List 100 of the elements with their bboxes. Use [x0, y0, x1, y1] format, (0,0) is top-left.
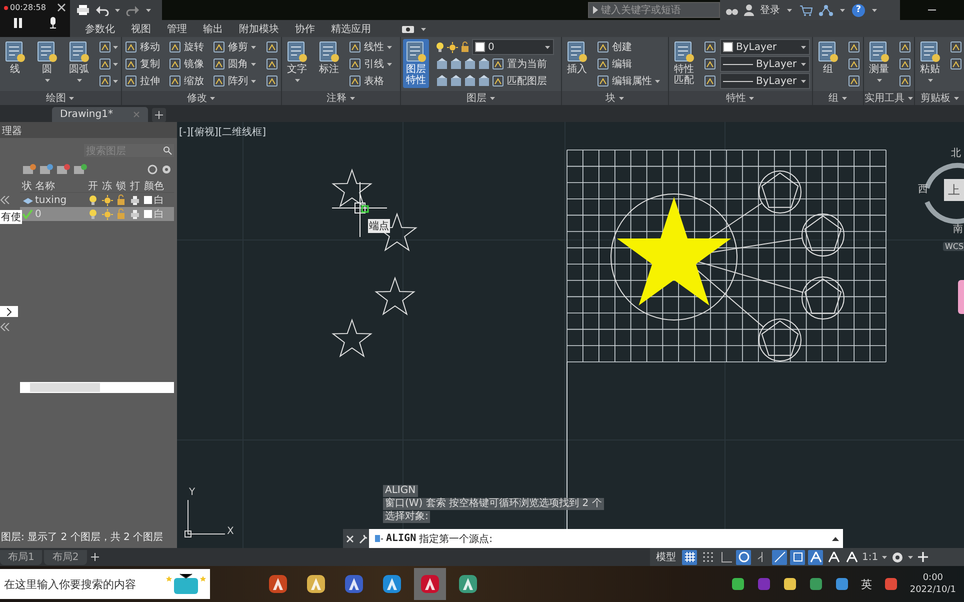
- panel-title[interactable]: 特性: [726, 91, 746, 105]
- tray-icon[interactable]: [730, 577, 745, 591]
- command-line-field[interactable]: ALIGN 指定第一个源点:: [369, 529, 843, 548]
- horizontal-scrollbar[interactable]: [20, 382, 174, 393]
- layer-tool-icon[interactable]: [463, 57, 476, 71]
- tool-button[interactable]: 特性匹配: [671, 39, 697, 88]
- clock-date[interactable]: 2022/10/1: [910, 584, 956, 596]
- layer-tool-icon[interactable]: [477, 74, 490, 88]
- tool-button[interactable]: [703, 73, 717, 89]
- polar-toggle[interactable]: [736, 550, 751, 564]
- tool-button[interactable]: [98, 73, 119, 89]
- tool-button[interactable]: [898, 73, 912, 89]
- column-header[interactable]: 状: [22, 179, 34, 193]
- undo-icon[interactable]: [95, 4, 109, 16]
- panel-title[interactable]: 注释: [326, 91, 346, 105]
- tool-button[interactable]: 圆角: [212, 56, 257, 72]
- tool-button[interactable]: 粘贴: [917, 39, 943, 87]
- tool-button[interactable]: 复制: [124, 56, 160, 72]
- layer-row[interactable]: tuxing 白: [20, 193, 174, 207]
- panel-title[interactable]: 组: [828, 91, 838, 105]
- tool-button[interactable]: 阵列: [212, 73, 257, 89]
- tool-button[interactable]: 缩放: [168, 73, 204, 89]
- tool-button[interactable]: [847, 39, 861, 55]
- tool-button[interactable]: 测量: [866, 39, 892, 87]
- column-header[interactable]: 打: [130, 179, 143, 193]
- tool-button[interactable]: 移动: [124, 39, 160, 55]
- layout-tab[interactable]: 布局1: [0, 550, 42, 564]
- tool-button[interactable]: [949, 39, 963, 55]
- tool-button[interactable]: 图层特性: [403, 39, 429, 88]
- tool-button[interactable]: 置为当前: [491, 56, 547, 72]
- column-header[interactable]: 颜色: [144, 179, 174, 193]
- clock-time[interactable]: 0:00: [922, 572, 944, 584]
- redo-icon[interactable]: [126, 4, 140, 16]
- tracking-toggle[interactable]: [772, 550, 787, 564]
- tool-button[interactable]: 编辑: [596, 56, 661, 72]
- new-layer-icon[interactable]: [39, 163, 53, 175]
- tool-button[interactable]: 线性: [348, 39, 393, 55]
- column-header[interactable]: 冻: [102, 179, 115, 193]
- ribbon-tab[interactable]: 视图: [124, 20, 158, 37]
- layer-dropdown[interactable]: 0: [472, 39, 554, 55]
- tool-button[interactable]: 引线: [348, 56, 393, 72]
- tool-button[interactable]: 标注: [316, 39, 342, 77]
- color-dropdown[interactable]: ByLayer: [720, 39, 810, 55]
- tool-button[interactable]: 镜像: [168, 56, 204, 72]
- tool-button[interactable]: 匹配图层: [491, 73, 547, 89]
- expand-button[interactable]: [0, 306, 18, 317]
- input-method-indicator[interactable]: 英: [860, 576, 872, 592]
- tool-button[interactable]: 插入: [564, 39, 590, 77]
- file-tab[interactable]: Drawing1*: [52, 107, 148, 122]
- plus-icon[interactable]: [917, 551, 930, 563]
- filter-tree-item[interactable]: 有使: [0, 210, 22, 224]
- panel-title[interactable]: 图层: [466, 91, 486, 105]
- compass-label[interactable]: 北: [951, 146, 961, 160]
- taskbar-search-field[interactable]: 在这里输入你要搜索的内容: [0, 569, 210, 599]
- close-icon[interactable]: [57, 3, 66, 12]
- layer-tool-icon[interactable]: [449, 57, 462, 71]
- tool-button[interactable]: [98, 39, 119, 55]
- layer-tool-icon[interactable]: [449, 74, 462, 88]
- tool-button[interactable]: [265, 56, 279, 72]
- tray-icon[interactable]: [808, 577, 823, 591]
- layer-tool-icon[interactable]: [435, 57, 448, 71]
- tool-button[interactable]: [265, 73, 279, 89]
- tool-button[interactable]: [847, 73, 861, 89]
- cart-icon[interactable]: [799, 4, 813, 16]
- settings-icon[interactable]: [161, 164, 172, 174]
- tool-button[interactable]: 表格: [348, 73, 393, 89]
- tool-button[interactable]: [98, 56, 119, 72]
- linetype-dropdown[interactable]: ByLayer: [720, 56, 810, 72]
- tool-button[interactable]: 修剪: [212, 39, 257, 55]
- network-icon[interactable]: [819, 4, 833, 16]
- scroll-thumb[interactable]: [30, 383, 100, 392]
- panel-title[interactable]: 绘图: [46, 91, 66, 105]
- new-layer-icon[interactable]: [22, 163, 36, 175]
- column-header[interactable]: 锁: [116, 179, 129, 193]
- viewport-label[interactable]: [-][俯视][二维线框]: [179, 125, 266, 139]
- ribbon-tab[interactable]: 参数化: [78, 20, 122, 37]
- refresh-icon[interactable]: [147, 164, 158, 174]
- settings-icon[interactable]: [891, 550, 904, 564]
- tool-button[interactable]: 文字: [284, 39, 310, 87]
- tray-icon[interactable]: [834, 577, 849, 591]
- viewcube-face[interactable]: 上: [944, 179, 964, 201]
- tool-button[interactable]: [265, 39, 279, 55]
- tool-button[interactable]: 圆: [34, 39, 60, 87]
- tool-button[interactable]: 圆弧: [66, 39, 92, 87]
- layer-tool-icon[interactable]: [435, 74, 448, 88]
- ribbon-tab[interactable]: 协作: [288, 20, 322, 37]
- annotation-toggle[interactable]: [826, 550, 841, 564]
- add-tab-icon[interactable]: [88, 551, 101, 563]
- panel-title[interactable]: 块: [606, 91, 616, 105]
- column-header[interactable]: 名称: [35, 179, 87, 193]
- layer-tool-icon[interactable]: [463, 74, 476, 88]
- tool-button[interactable]: 创建: [596, 39, 661, 55]
- printer-icon[interactable]: [76, 4, 90, 16]
- grid-toggle[interactable]: [682, 550, 697, 564]
- compass-label[interactable]: 南: [953, 222, 963, 236]
- ribbon-tab[interactable]: 精选应用: [324, 20, 378, 37]
- compass-label[interactable]: 西: [918, 182, 928, 196]
- ribbon-tab[interactable]: 管理: [160, 20, 194, 37]
- ribbon-tab[interactable]: 附加模块: [232, 20, 286, 37]
- tool-button[interactable]: [847, 56, 861, 72]
